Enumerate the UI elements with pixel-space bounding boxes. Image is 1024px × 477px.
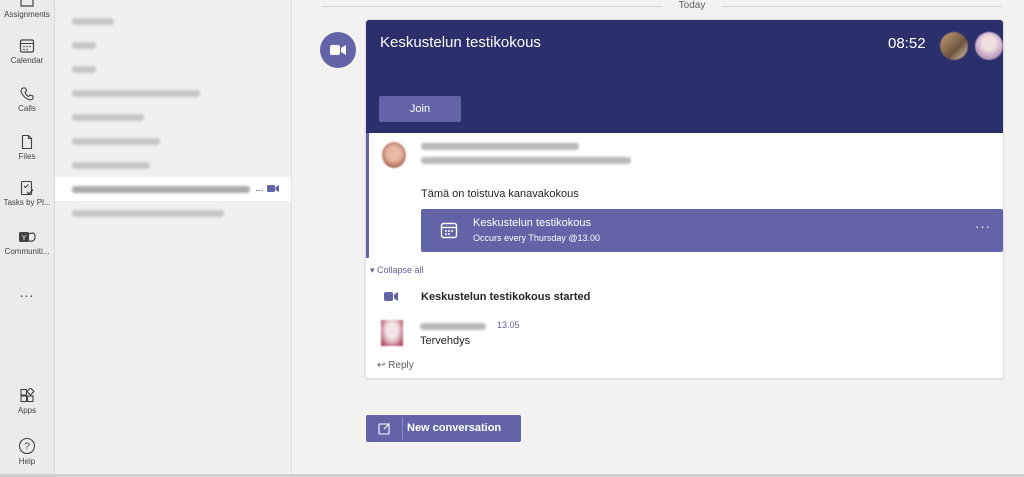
rail-assignments[interactable]: Assignments	[0, 0, 54, 19]
rail-label: Calendar	[10, 56, 44, 65]
compose-icon	[378, 423, 390, 435]
channel-item-active[interactable]: ...	[55, 177, 291, 201]
app-rail: Assignments Calendar Calls Files Tasks b…	[0, 0, 55, 477]
channel-item[interactable]	[55, 201, 291, 225]
post-message: Tämä on toistuva kanavakokous	[421, 188, 579, 200]
new-conversation-button[interactable]: New conversation	[366, 415, 521, 442]
rail-files[interactable]: Files	[0, 134, 54, 161]
reply-author-name	[420, 323, 486, 330]
conversation-pane: Today Keskustelun testikokous 08:52 Join…	[292, 0, 1024, 477]
event-recurrence: Occurs every Thursday @13.00	[473, 233, 601, 243]
rail-label: Help	[18, 457, 36, 466]
date-divider: Today	[664, 0, 720, 11]
channel-item[interactable]	[55, 57, 291, 81]
rail-label: Assignments	[4, 10, 50, 19]
more-icon: ...	[19, 284, 35, 300]
conversation-card: Keskustelun testikokous 08:52 Join Tämä …	[365, 19, 1004, 379]
meeting-event-card[interactable]: Keskustelun testikokous Occurs every Thu…	[421, 209, 1003, 252]
communities-icon: Y	[19, 232, 36, 242]
date-divider-line	[322, 6, 662, 7]
help-icon: ?	[18, 437, 36, 455]
rail-label: Apps	[17, 406, 37, 415]
author-avatar[interactable]	[382, 142, 406, 168]
more-options-icon[interactable]: ···	[975, 219, 991, 234]
reply-author-avatar[interactable]	[381, 320, 403, 346]
rail-communities[interactable]: Y Communiti...	[0, 229, 54, 256]
files-icon	[21, 134, 33, 150]
collapse-all-link[interactable]: ▾ Collapse all	[370, 265, 424, 276]
participant-avatar[interactable]	[975, 32, 1003, 60]
meeting-post: Tämä on toistuva kanavakokous Keskustelu…	[366, 133, 1003, 258]
rail-label: Tasks by Pl...	[3, 198, 51, 207]
calendar-icon	[19, 39, 35, 53]
tasks-icon	[20, 180, 34, 196]
rail-label: Files	[18, 152, 36, 161]
channel-item[interactable]	[55, 129, 291, 153]
button-separator	[402, 417, 403, 440]
assignments-icon	[20, 0, 34, 7]
channel-item[interactable]	[55, 9, 291, 33]
join-button[interactable]: Join	[379, 96, 461, 122]
reply-arrow-icon: ↩	[377, 360, 389, 371]
channel-item[interactable]	[55, 81, 291, 105]
meeting-started-text: Keskustelun testikokous started	[421, 291, 591, 303]
meeting-banner: Keskustelun testikokous 08:52 Join	[366, 20, 1003, 133]
channel-item[interactable]	[55, 153, 291, 177]
participant-avatar[interactable]	[940, 32, 968, 60]
rail-tasks[interactable]: Tasks by Pl...	[0, 180, 54, 207]
author-name	[421, 143, 579, 150]
channel-list: ...	[55, 0, 292, 477]
video-camera-icon	[330, 45, 346, 55]
date-divider-line	[722, 6, 1002, 7]
new-conversation-label: New conversation	[407, 422, 502, 434]
meeting-avatar	[320, 32, 356, 68]
event-title: Keskustelun testikokous	[473, 217, 592, 229]
rail-calendar[interactable]: Calendar	[0, 38, 54, 65]
chevron-down-icon: ▾	[370, 265, 378, 275]
svg-text:?: ?	[24, 442, 30, 453]
rail-help[interactable]: ? Help	[0, 437, 54, 466]
reply-label: Reply	[388, 360, 414, 371]
svg-text:Y: Y	[22, 235, 27, 242]
rail-apps[interactable]: Apps	[0, 388, 54, 415]
meeting-icon	[267, 185, 279, 192]
reply-message: Tervehdys	[420, 335, 471, 347]
channel-more-icon[interactable]: ...	[255, 177, 263, 201]
meeting-title: Keskustelun testikokous	[380, 34, 541, 51]
channel-item[interactable]	[55, 33, 291, 57]
collapse-all-label: Collapse all	[377, 265, 424, 275]
rail-label: Communiti...	[4, 247, 50, 256]
calendar-icon	[440, 222, 458, 239]
meeting-timer: 08:52	[888, 35, 926, 52]
calls-icon	[20, 87, 34, 101]
channel-item[interactable]	[55, 105, 291, 129]
apps-icon	[20, 388, 35, 403]
rail-calls[interactable]: Calls	[0, 86, 54, 113]
more-apps-button[interactable]: ...	[0, 284, 54, 300]
reply-timestamp: 13.05	[497, 320, 520, 330]
rail-label: Calls	[18, 104, 36, 113]
reply-button[interactable]: ↩ Reply	[377, 360, 414, 371]
meeting-subject	[421, 157, 631, 164]
video-camera-icon	[384, 292, 398, 301]
